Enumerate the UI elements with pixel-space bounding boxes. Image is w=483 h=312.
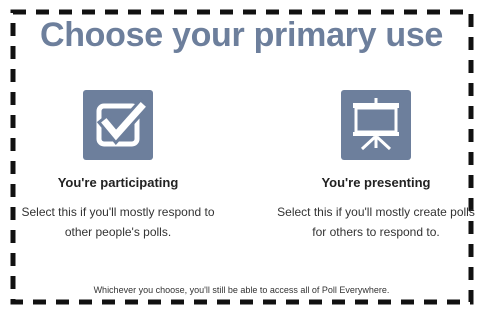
presentation-screen-icon xyxy=(341,90,411,160)
footer-note: Whichever you choose, you'll still be ab… xyxy=(93,285,390,295)
presenting-title: You're presenting xyxy=(321,175,431,190)
presenting-description: Select this if you'll mostly create poll… xyxy=(277,205,475,239)
participating-option[interactable]: You're participating Select this if you'… xyxy=(13,90,223,242)
checkbox-check-icon xyxy=(83,90,153,160)
presenting-option[interactable]: You're presenting Select this if you'll … xyxy=(271,90,481,242)
participating-title: You're participating xyxy=(57,175,179,190)
page-title: Choose your primary use xyxy=(39,16,444,54)
participating-description: Select this if you'll mostly respond to … xyxy=(21,205,215,239)
